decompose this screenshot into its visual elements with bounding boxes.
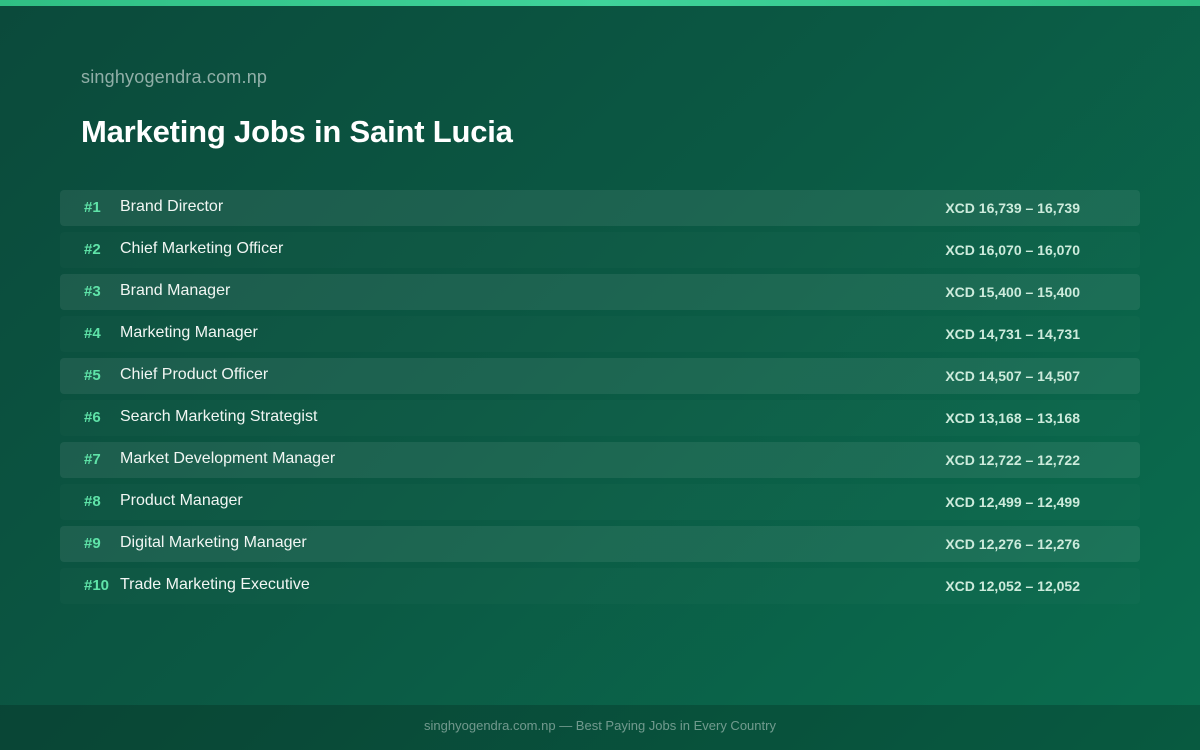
- job-rank: #5: [84, 367, 101, 384]
- job-rank: #10: [84, 577, 110, 594]
- job-title: Chief Product Officer: [120, 366, 269, 383]
- footer-text: singhyogendra.com.np — Best Paying Jobs …: [424, 718, 776, 733]
- list-item: #5 Chief Product Officer XCD 14,507 – 14…: [60, 358, 1140, 394]
- job-salary: XCD 12,052 – 12,052: [945, 578, 1080, 594]
- list-item: #6 Search Marketing Strategist XCD 13,16…: [60, 400, 1140, 436]
- job-salary: XCD 12,722 – 12,722: [945, 452, 1080, 468]
- job-salary: XCD 16,070 – 16,070: [945, 242, 1080, 258]
- job-title: Brand Manager: [120, 282, 231, 299]
- list-item: #2 Chief Marketing Officer XCD 16,070 – …: [60, 232, 1140, 268]
- job-rank: #2: [84, 241, 101, 258]
- job-title: Marketing Manager: [120, 324, 258, 341]
- job-salary: XCD 13,168 – 13,168: [945, 410, 1080, 426]
- footer-bar: singhyogendra.com.np — Best Paying Jobs …: [0, 705, 1200, 750]
- site-label: singhyogendra.com.np: [81, 67, 268, 87]
- job-rank: #7: [84, 451, 101, 468]
- job-rank: #9: [84, 535, 101, 552]
- page-title: Marketing Jobs in Saint Lucia: [81, 114, 513, 149]
- job-rank: #6: [84, 409, 101, 426]
- list-item: #1 Brand Director XCD 16,739 – 16,739: [60, 190, 1140, 226]
- job-title: Market Development Manager: [120, 450, 336, 467]
- job-salary: XCD 15,400 – 15,400: [945, 284, 1080, 300]
- list-item: #4 Marketing Manager XCD 14,731 – 14,731: [60, 316, 1140, 352]
- list-item: #7 Market Development Manager XCD 12,722…: [60, 442, 1140, 478]
- job-title: Brand Director: [120, 198, 224, 215]
- job-title: Search Marketing Strategist: [120, 408, 318, 425]
- list-item: #9 Digital Marketing Manager XCD 12,276 …: [60, 526, 1140, 562]
- job-title: Chief Marketing Officer: [120, 240, 284, 257]
- list-item: #3 Brand Manager XCD 15,400 – 15,400: [60, 274, 1140, 310]
- job-rank: #8: [84, 493, 101, 510]
- job-salary: XCD 12,276 – 12,276: [945, 536, 1080, 552]
- job-salary: XCD 12,499 – 12,499: [945, 494, 1080, 510]
- job-rank: #1: [84, 199, 101, 216]
- job-title: Trade Marketing Executive: [120, 576, 310, 593]
- job-rank: #3: [84, 283, 101, 300]
- list-item: #10 Trade Marketing Executive XCD 12,052…: [60, 568, 1140, 604]
- jobs-list: #1 Brand Director XCD 16,739 – 16,739 #2…: [60, 190, 1140, 610]
- job-salary: XCD 16,739 – 16,739: [945, 200, 1080, 216]
- job-rank: #4: [84, 325, 101, 342]
- top-accent-bar: [0, 0, 1200, 6]
- job-title: Digital Marketing Manager: [120, 534, 307, 551]
- job-salary: XCD 14,507 – 14,507: [945, 368, 1080, 384]
- job-title: Product Manager: [120, 492, 243, 509]
- list-item: #8 Product Manager XCD 12,499 – 12,499: [60, 484, 1140, 520]
- job-salary: XCD 14,731 – 14,731: [945, 326, 1080, 342]
